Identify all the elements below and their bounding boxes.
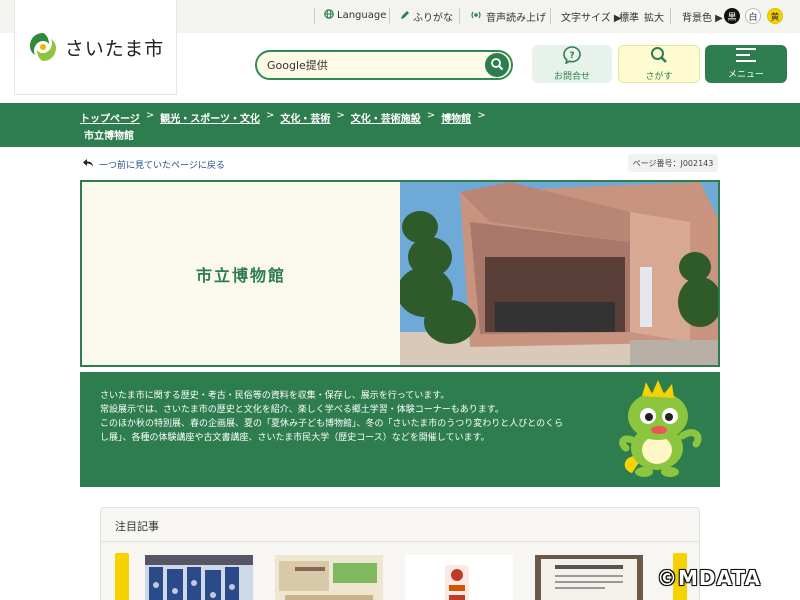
language-button[interactable]: Language bbox=[324, 9, 386, 22]
back-link-label: 一つ前に見ていたページに戻る bbox=[99, 161, 225, 171]
question-icon: ? bbox=[563, 46, 581, 67]
voice-read-label: 音声読み上げ bbox=[486, 13, 546, 24]
find-label: さがす bbox=[645, 72, 673, 82]
site-name: さいたま市 bbox=[64, 37, 165, 60]
back-arrow-icon bbox=[82, 158, 94, 171]
divider bbox=[670, 8, 671, 24]
font-standard-button[interactable]: 標準 bbox=[619, 9, 639, 24]
pencil-icon bbox=[400, 10, 410, 23]
breadcrumb-separator: > bbox=[145, 110, 155, 121]
contact-button[interactable]: ? お問合せ bbox=[532, 45, 612, 83]
search-box bbox=[255, 50, 513, 80]
page-title: 市立博物館 bbox=[195, 266, 286, 285]
featured-thumbnail[interactable] bbox=[275, 555, 383, 600]
divider bbox=[550, 8, 551, 24]
breadcrumb-link-facilities[interactable]: 文化・芸術施設 bbox=[351, 110, 421, 125]
hamburger-icon bbox=[736, 48, 756, 65]
furigana-button[interactable]: ふりがな bbox=[400, 9, 453, 24]
search-icon bbox=[490, 57, 504, 74]
copyright-watermark: ©MDATA bbox=[657, 566, 761, 590]
featured-thumbnail[interactable] bbox=[145, 555, 253, 600]
bg-white-button[interactable]: 白 bbox=[745, 8, 761, 24]
breadcrumb-separator: > bbox=[266, 110, 275, 121]
page-number: ページ番号：J002143 bbox=[628, 154, 718, 172]
breadcrumb-link-museum[interactable]: 博物館 bbox=[441, 110, 471, 125]
breadcrumb-link-culture[interactable]: 文化・芸術 bbox=[280, 110, 330, 125]
language-label: Language bbox=[337, 10, 387, 21]
breadcrumb-link-top[interactable]: トップページ bbox=[80, 110, 140, 125]
bg-yellow-button[interactable]: 黄 bbox=[767, 8, 783, 24]
breadcrumb-link-tourism[interactable]: 観光・スポーツ・文化 bbox=[160, 110, 260, 125]
museum-building-photo bbox=[400, 182, 718, 365]
featured-thumbnail[interactable] bbox=[405, 555, 513, 600]
search-input[interactable] bbox=[267, 52, 482, 78]
breadcrumb-separator: > bbox=[426, 110, 436, 121]
breadcrumb: トップページ > 観光・スポーツ・文化 > 文化・芸術 > 文化・芸術施設 > … bbox=[0, 103, 800, 147]
voice-read-button[interactable]: 音声読み上げ bbox=[469, 9, 546, 24]
search-submit-button[interactable] bbox=[485, 53, 509, 77]
bg-black-button[interactable]: 黒 bbox=[724, 8, 740, 24]
bg-color-label: 背景色 ▶ bbox=[682, 13, 723, 24]
featured-title: 注目記事 bbox=[115, 520, 159, 533]
menu-label: メニュー bbox=[727, 70, 764, 80]
divider bbox=[314, 8, 315, 24]
divider bbox=[101, 541, 699, 542]
furigana-label: ふりがな bbox=[413, 13, 453, 24]
intro-line: し展」、各種の体験講座や古文書講座、さいたま市民大学（歴史コース）などを開催して… bbox=[100, 433, 490, 443]
site-logo[interactable]: さいたま市 bbox=[14, 0, 177, 95]
divider bbox=[389, 8, 390, 24]
divider bbox=[459, 8, 460, 24]
city-emblem-icon bbox=[27, 31, 59, 63]
find-button[interactable]: さがす bbox=[618, 45, 700, 83]
intro-line: さいたま市に関する歴史・考古・民俗等の資料を収集・保存し、展示を行っています。 bbox=[100, 391, 450, 401]
intro-line: 常設展示では、さいたま市の歴史と文化を紹介、楽しく学べる郷土学習・体験コーナーも… bbox=[100, 405, 504, 415]
hero-banner: 市立博物館 bbox=[80, 180, 720, 367]
featured-articles: 注目記事 bbox=[100, 507, 700, 600]
font-size-label: 文字サイズ ▶ bbox=[561, 13, 622, 24]
back-link[interactable]: 一つ前に見ていたページに戻る bbox=[82, 158, 225, 171]
contact-label: お問合せ bbox=[553, 72, 590, 82]
breadcrumb-separator: > bbox=[477, 110, 486, 121]
font-large-button[interactable]: 拡大 bbox=[644, 9, 664, 24]
carousel-prev-button[interactable] bbox=[115, 553, 129, 600]
globe-icon bbox=[324, 9, 334, 22]
intro-line: このほか秋の特別展、春の企画展、夏の「夏休み子ども博物館」、冬の「さいたま市のう… bbox=[100, 419, 564, 429]
mascot-character-icon bbox=[619, 380, 702, 477]
speaker-icon bbox=[469, 10, 483, 23]
breadcrumb-current: 市立博物館 bbox=[84, 131, 134, 142]
menu-button[interactable]: メニュー bbox=[705, 45, 787, 83]
svg-text:?: ? bbox=[569, 51, 574, 61]
intro-section: さいたま市に関する歴史・考古・民俗等の資料を収集・保存し、展示を行っています。 … bbox=[80, 372, 720, 487]
breadcrumb-separator: > bbox=[336, 110, 345, 121]
magnifier-icon bbox=[650, 46, 668, 67]
featured-thumbnail[interactable] bbox=[535, 555, 643, 600]
